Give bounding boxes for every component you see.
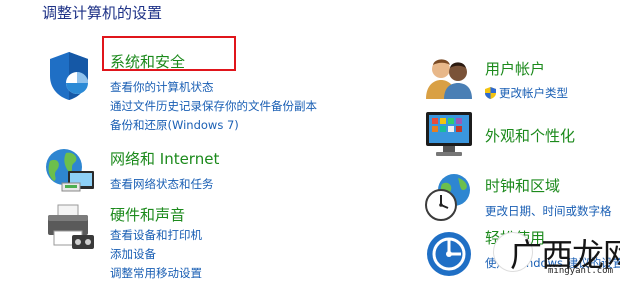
page-title: 调整计算机的设置 (42, 4, 163, 22)
link-backup-restore[interactable]: 备份和还原(Windows 7) (110, 117, 239, 133)
appearance-monitor-icon[interactable] (424, 110, 474, 158)
category-network-internet[interactable]: 网络和 Internet (110, 148, 219, 169)
link-view-network-status[interactable]: 查看网络状态和任务 (110, 176, 214, 192)
link-change-date-time-format[interactable]: 更改日期、时间或数字格 (485, 203, 612, 219)
link-view-devices-printers[interactable]: 查看设备和打印机 (110, 227, 202, 243)
category-clock-region[interactable]: 时钟和区域 (485, 175, 560, 196)
link-view-computer-status[interactable]: 查看你的计算机状态 (110, 79, 214, 95)
watermark-url: mingyanl.com (548, 266, 614, 276)
category-system-security[interactable]: 系统和安全 (110, 51, 185, 72)
user-accounts-icon[interactable] (424, 55, 474, 101)
uac-shield-icon (485, 87, 496, 99)
printer-icon[interactable] (44, 203, 96, 251)
link-mobility-settings[interactable]: 调整常用移动设置 (110, 265, 202, 281)
shield-icon[interactable] (44, 50, 94, 102)
network-globe-icon[interactable] (44, 147, 96, 193)
link-change-account-type[interactable]: 更改帐户类型 (485, 85, 568, 101)
link-file-history-backup[interactable]: 通过文件历史记录保存你的文件备份副本 (110, 98, 317, 114)
ease-of-access-icon[interactable] (424, 230, 474, 278)
clock-globe-icon[interactable] (424, 172, 474, 222)
link-add-device[interactable]: 添加设备 (110, 246, 156, 262)
link-change-account-type-label: 更改帐户类型 (499, 86, 568, 100)
category-appearance-personalization[interactable]: 外观和个性化 (485, 125, 575, 146)
category-user-accounts[interactable]: 用户帐户 (485, 58, 545, 79)
category-hardware-sound[interactable]: 硬件和声音 (110, 204, 185, 225)
